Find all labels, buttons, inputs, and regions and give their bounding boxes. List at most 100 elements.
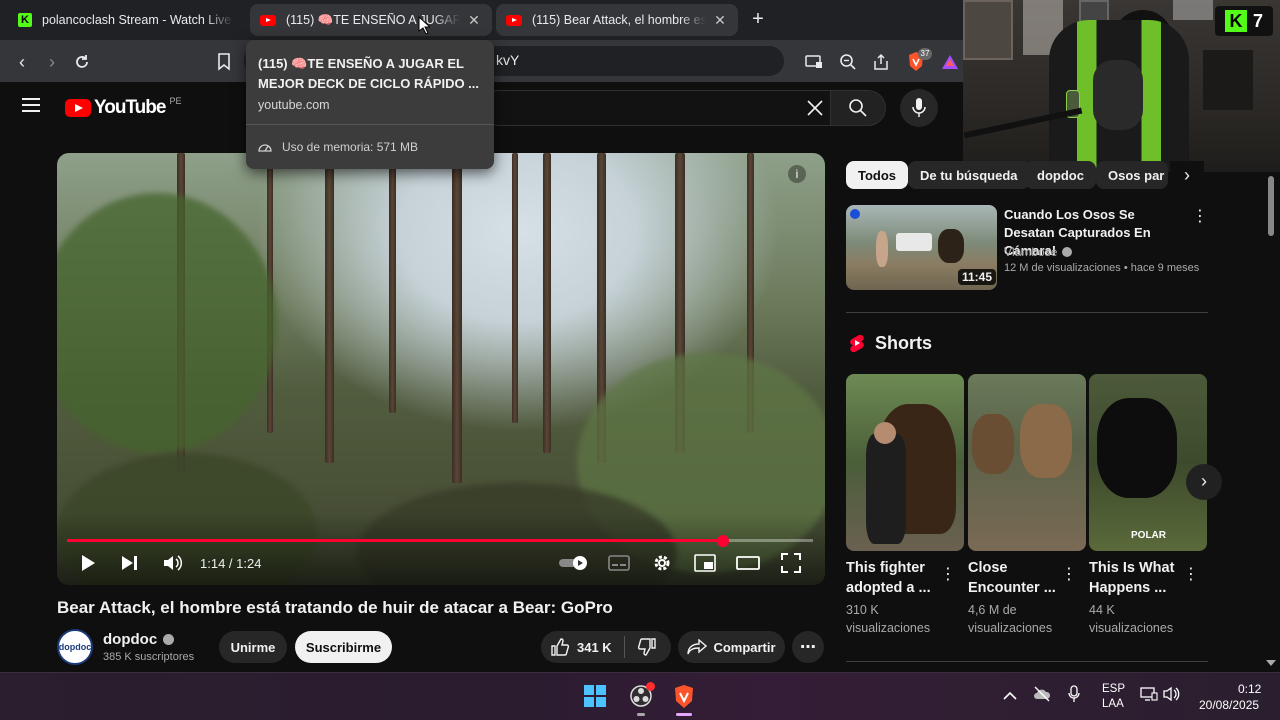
hover-card-divider: [246, 124, 494, 125]
autoplay-toggle[interactable]: [557, 551, 591, 575]
short-title-3[interactable]: This Is What Happens ...: [1089, 558, 1189, 598]
chip-osos[interactable]: Osos par: [1096, 161, 1168, 189]
progress-scrubber[interactable]: [717, 535, 729, 547]
share-button[interactable]: Compartir: [678, 631, 785, 663]
speaker-icon[interactable]: [1163, 686, 1181, 702]
like-icon[interactable]: [551, 638, 570, 656]
short-thumbnail-1[interactable]: [846, 374, 964, 551]
short-title-2[interactable]: Close Encounter ...: [968, 558, 1068, 598]
zoom-icon[interactable]: [836, 50, 860, 74]
taskbar-date[interactable]: 20/08/2025: [1199, 698, 1259, 712]
tab-youtube-deck[interactable]: (115) 🧠TE ENSEÑO A JUGAR EL ✕: [250, 4, 492, 36]
cloud-offline-icon[interactable]: [1033, 686, 1051, 702]
recommended-more-icon[interactable]: ⋮: [1192, 207, 1208, 227]
fullscreen-icon[interactable]: [779, 551, 803, 575]
tab-youtube-bear[interactable]: (115) Bear Attack, el hombre está ✕: [496, 4, 738, 36]
verified-icon: [163, 634, 175, 645]
video-title: Bear Attack, el hombre está tratando de …: [57, 598, 613, 617]
theater-mode-icon[interactable]: [736, 551, 760, 575]
section-divider: [846, 661, 1208, 662]
channel-name-text: dopdoc: [103, 631, 158, 648]
kick-badge-letter: K: [1224, 10, 1247, 32]
short-views-3: 44 K visualizaciones: [1089, 603, 1174, 635]
play-icon[interactable]: [77, 551, 99, 575]
share-arrow-icon: [687, 638, 708, 655]
active-app-indicator: [676, 713, 692, 716]
next-icon[interactable]: [119, 551, 141, 575]
settings-gear-icon[interactable]: [650, 551, 674, 575]
video-player[interactable]: i: [57, 153, 825, 585]
search-input[interactable]: [480, 90, 840, 126]
like-count: 341 K: [577, 639, 612, 655]
keyboard-lang-bottom[interactable]: LAA: [1102, 698, 1124, 710]
short-views-2: 4,6 M de visualizaciones: [968, 603, 1053, 635]
brave-browser-icon[interactable]: [672, 684, 696, 710]
microphone-tray-icon[interactable]: [1068, 685, 1080, 703]
tab-title: polancoclash Stream - Watch Live on: [42, 13, 234, 27]
short-more-icon[interactable]: ⋮: [1183, 565, 1199, 585]
shorts-icon: [849, 334, 865, 353]
short-title-1[interactable]: This fighter adopted a ...: [846, 558, 946, 598]
keyboard-lang-top[interactable]: ESP: [1102, 683, 1125, 695]
tab-title: (115) 🧠TE ENSEÑO A JUGAR EL: [286, 12, 460, 27]
forward-icon[interactable]: ›: [40, 50, 64, 74]
memory-gauge-icon: [258, 144, 272, 152]
new-tab-icon[interactable]: +: [748, 9, 768, 29]
youtube-icon: [506, 14, 522, 26]
kick-badge-number: 7: [1252, 10, 1263, 31]
short-thumbnail-2[interactable]: [968, 374, 1086, 551]
scroll-down-icon[interactable]: [1266, 660, 1276, 666]
reload-icon[interactable]: [70, 50, 94, 74]
menu-icon[interactable]: [22, 97, 42, 113]
hover-card-memory-text: Uso de memoria: 571 MB: [282, 140, 419, 154]
channel-name[interactable]: dopdoc: [103, 631, 175, 648]
youtube-logo[interactable]: YouTube PE: [65, 96, 181, 119]
share-icon[interactable]: [869, 50, 893, 74]
short-more-icon[interactable]: ⋮: [1061, 565, 1077, 585]
network-icon[interactable]: [1140, 686, 1158, 702]
short-overlay-text: POLAR: [1131, 530, 1166, 541]
windows-start-icon[interactable]: [584, 685, 606, 707]
share-label: Compartir: [713, 639, 776, 655]
shield-count-badge: 37: [918, 48, 932, 60]
close-tab-icon[interactable]: ✕: [466, 12, 482, 29]
subscriber-count: 385 K suscriptores: [103, 651, 195, 663]
info-icon[interactable]: i: [788, 165, 806, 183]
close-tab-icon[interactable]: ✕: [712, 12, 728, 29]
recommended-meta: 12 M de visualizaciones • hace 9 meses: [1004, 262, 1200, 274]
short-more-icon[interactable]: ⋮: [940, 565, 956, 585]
short-thumbnail-3[interactable]: POLAR: [1089, 374, 1207, 551]
clear-search-icon[interactable]: [804, 97, 826, 119]
tab-hover-card: (115) 🧠TE ENSEÑO A JUGAR EL MEJOR DECK D…: [246, 40, 494, 169]
volume-icon[interactable]: [161, 551, 185, 575]
subscribe-button[interactable]: Suscribirme: [295, 631, 392, 663]
subtitles-icon[interactable]: [607, 551, 631, 575]
shorts-next-icon[interactable]: ›: [1186, 464, 1222, 500]
recommended-channel[interactable]: Vlambose: [1004, 245, 1073, 259]
channel-avatar[interactable]: dopdoc: [57, 629, 93, 665]
dislike-icon[interactable]: [637, 638, 656, 656]
chip-all[interactable]: Todos: [846, 161, 909, 189]
tray-overflow-icon[interactable]: [1003, 688, 1017, 700]
back-icon[interactable]: ‹: [10, 50, 34, 74]
miniplayer-icon[interactable]: [693, 551, 717, 575]
bookmark-icon[interactable]: [212, 50, 236, 74]
chip-dopdoc[interactable]: dopdoc: [1025, 161, 1096, 189]
taskbar-time[interactable]: 0:12: [1238, 682, 1261, 696]
more-actions-icon[interactable]: ⋯: [792, 631, 824, 663]
mic-icon: [912, 97, 926, 119]
page-scrollbar-thumb[interactable]: [1268, 176, 1274, 236]
youtube-icon: [260, 14, 276, 26]
chips-next-icon[interactable]: ›: [1170, 161, 1204, 189]
short-views-1: 310 K visualizaciones: [846, 603, 931, 635]
verified-icon: [1062, 247, 1073, 257]
recording-indicator: [646, 682, 655, 691]
join-button[interactable]: Unirme: [219, 631, 287, 663]
running-app-indicator: [637, 713, 645, 716]
shorts-heading: Shorts: [875, 333, 933, 353]
cast-icon[interactable]: [802, 50, 826, 74]
tab-kick-stream[interactable]: K polancoclash Stream - Watch Live on: [8, 4, 244, 36]
brave-rewards-icon[interactable]: [938, 50, 962, 74]
recommended-thumbnail[interactable]: 11:45: [846, 205, 997, 290]
chip-from-search[interactable]: De tu búsqueda: [908, 161, 1030, 189]
